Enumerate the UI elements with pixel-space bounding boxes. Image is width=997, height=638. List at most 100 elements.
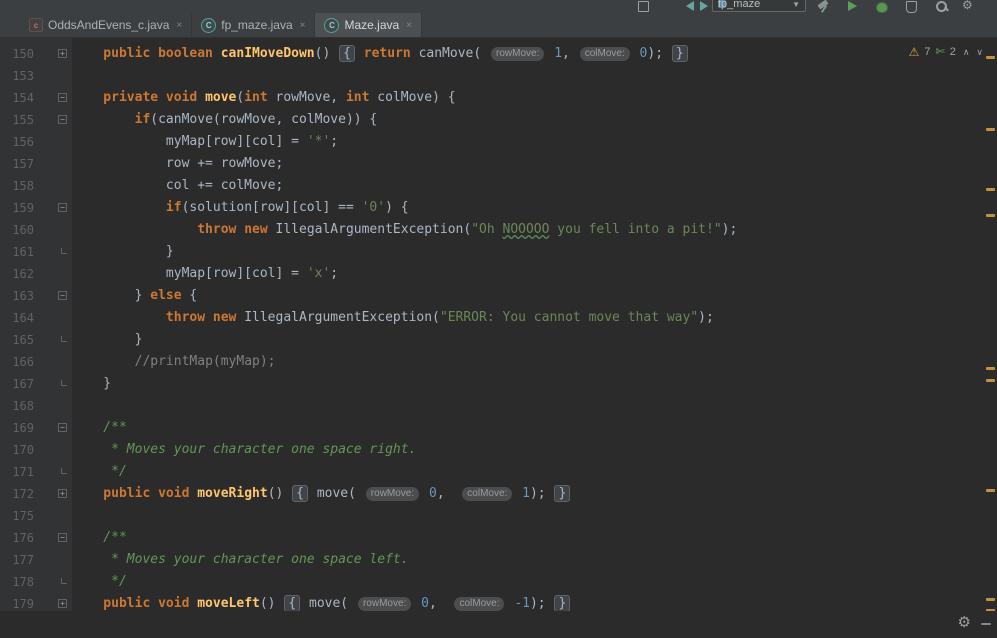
- line-number: 179: [12, 597, 34, 611]
- code-line[interactable]: myMap[row][col] = 'x';: [72, 263, 997, 285]
- code-line[interactable]: throw new IllegalArgumentException("ERRO…: [72, 307, 997, 329]
- class-icon: C: [201, 17, 217, 33]
- code-token: '*': [306, 134, 331, 149]
- code-line[interactable]: /**: [72, 527, 997, 549]
- code-token: IllegalArgumentException(: [275, 222, 472, 237]
- fold-marker-plus[interactable]: +: [58, 49, 67, 58]
- debug-icon[interactable]: [876, 2, 888, 13]
- fold-marker-plus[interactable]: +: [58, 599, 67, 608]
- fold-marker-minus[interactable]: −: [58, 291, 67, 300]
- fold-marker-end[interactable]: [61, 336, 67, 342]
- fold-marker-end[interactable]: [61, 380, 67, 386]
- fold-marker-end[interactable]: [61, 248, 67, 254]
- code-token: );: [647, 46, 671, 61]
- inspections-widget[interactable]: ⚠ 7 ✄ 2 ∧ ∨: [909, 46, 983, 58]
- prev-issue-chevron-up-icon[interactable]: ∧: [963, 47, 970, 57]
- code-line[interactable]: col += colMove;: [72, 175, 997, 197]
- code-line[interactable]: */: [72, 461, 997, 483]
- settings-gear-icon[interactable]: ⚙: [962, 0, 973, 12]
- code-token: ;: [330, 266, 339, 281]
- chevron-down-icon: ▼: [792, 0, 800, 9]
- code-line[interactable]: private void move(int rowMove, int colMo…: [72, 87, 997, 109]
- line-number: 170: [12, 443, 34, 457]
- code-token: }: [72, 288, 151, 303]
- gutter-row: 172 +: [0, 483, 72, 505]
- gear-icon[interactable]: ⚙: [958, 613, 971, 631]
- code-line[interactable]: * Moves your character one space left.: [72, 549, 997, 571]
- gutter-row: 161: [0, 241, 72, 263]
- stripe-mark[interactable]: [986, 188, 995, 191]
- code-line[interactable]: [72, 395, 997, 417]
- fold-marker-minus[interactable]: −: [58, 115, 67, 124]
- fold-marker-minus[interactable]: −: [58, 533, 67, 542]
- code-token: );: [721, 222, 738, 237]
- editor-tab-bar: c OddsAndEvens_c.java × C fp_maze.java ×…: [0, 13, 997, 38]
- tab-fp-maze[interactable]: C fp_maze.java ×: [192, 13, 316, 37]
- fold-marker-minus[interactable]: −: [58, 93, 67, 102]
- code-line[interactable]: public boolean canIMoveDown() { return c…: [72, 43, 997, 65]
- next-issue-chevron-down-icon[interactable]: ∨: [976, 47, 983, 57]
- parameter-hint: rowMove:: [491, 47, 545, 61]
- run-icon[interactable]: [848, 1, 857, 11]
- code-line[interactable]: * Moves your character one space right.: [72, 439, 997, 461]
- code-line[interactable]: } else {: [72, 285, 997, 307]
- code-line[interactable]: }: [72, 373, 997, 395]
- code-token: row += rowMove;: [72, 156, 284, 171]
- stripe-mark[interactable]: [986, 367, 995, 370]
- code-line[interactable]: /**: [72, 417, 997, 439]
- fold-marker-minus[interactable]: −: [58, 423, 67, 432]
- code-token: }: [554, 485, 571, 502]
- back-icon[interactable]: [686, 1, 694, 11]
- fold-marker-minus[interactable]: −: [58, 203, 67, 212]
- run-configuration-select[interactable]: fp_maze ▼: [712, 0, 806, 12]
- line-number: 156: [12, 135, 34, 149]
- gutter-row: 155 −: [0, 109, 72, 131]
- collapse-dash-icon[interactable]: [981, 623, 991, 625]
- line-number: 169: [12, 421, 34, 435]
- code-line[interactable]: myMap[row][col] = '*';: [72, 131, 997, 153]
- stripe-mark[interactable]: [986, 128, 995, 131]
- stripe-mark[interactable]: [986, 56, 995, 59]
- code-token: "ERROR: You cannot move that way": [439, 310, 699, 325]
- close-icon[interactable]: ×: [300, 20, 306, 31]
- gutter-row: 176 −: [0, 527, 72, 549]
- code-line[interactable]: if(solution[row][col] == '0') {: [72, 197, 997, 219]
- code-line[interactable]: public void moveLeft() { move( rowMove: …: [72, 593, 997, 611]
- code-line[interactable]: }: [72, 329, 997, 351]
- component-icon[interactable]: [638, 1, 649, 12]
- code-line[interactable]: [72, 505, 997, 527]
- code-line[interactable]: */: [72, 571, 997, 593]
- code-area[interactable]: public boolean canIMoveDown() { return c…: [72, 38, 997, 611]
- coverage-icon[interactable]: [906, 1, 917, 13]
- code-line[interactable]: throw new IllegalArgumentException("Oh N…: [72, 219, 997, 241]
- code-line[interactable]: }: [72, 241, 997, 263]
- fold-marker-end[interactable]: [61, 468, 67, 474]
- tab-oddsandevens[interactable]: c OddsAndEvens_c.java ×: [20, 13, 193, 37]
- code-token: -1: [514, 596, 530, 611]
- forward-icon[interactable]: [700, 1, 708, 11]
- code-token: ,: [428, 596, 453, 611]
- gutter-row: 170: [0, 439, 72, 461]
- code-token: int: [244, 90, 268, 105]
- close-icon[interactable]: ×: [176, 20, 182, 31]
- stripe-mark[interactable]: [986, 379, 995, 382]
- code-line[interactable]: [72, 65, 997, 87]
- stripe-mark[interactable]: [986, 598, 995, 601]
- code-line[interactable]: if(canMove(rowMove, colMove)) {: [72, 109, 997, 131]
- stripe-mark[interactable]: [986, 489, 995, 492]
- bottom-bar: ⚙: [0, 611, 997, 638]
- line-number: 166: [12, 355, 34, 369]
- close-icon[interactable]: ×: [406, 20, 412, 31]
- code-line[interactable]: row += rowMove;: [72, 153, 997, 175]
- code-line[interactable]: //printMap(myMap);: [72, 351, 997, 373]
- code-line[interactable]: public void moveRight() { move( rowMove:…: [72, 483, 997, 505]
- code-token: */: [72, 464, 127, 479]
- tab-maze[interactable]: C Maze.java ×: [315, 13, 423, 37]
- fold-marker-plus[interactable]: +: [58, 489, 67, 498]
- code-token: {: [292, 485, 308, 502]
- stripe-mark[interactable]: [986, 214, 995, 217]
- fold-marker-end[interactable]: [61, 578, 67, 584]
- code-token: /**: [72, 420, 127, 435]
